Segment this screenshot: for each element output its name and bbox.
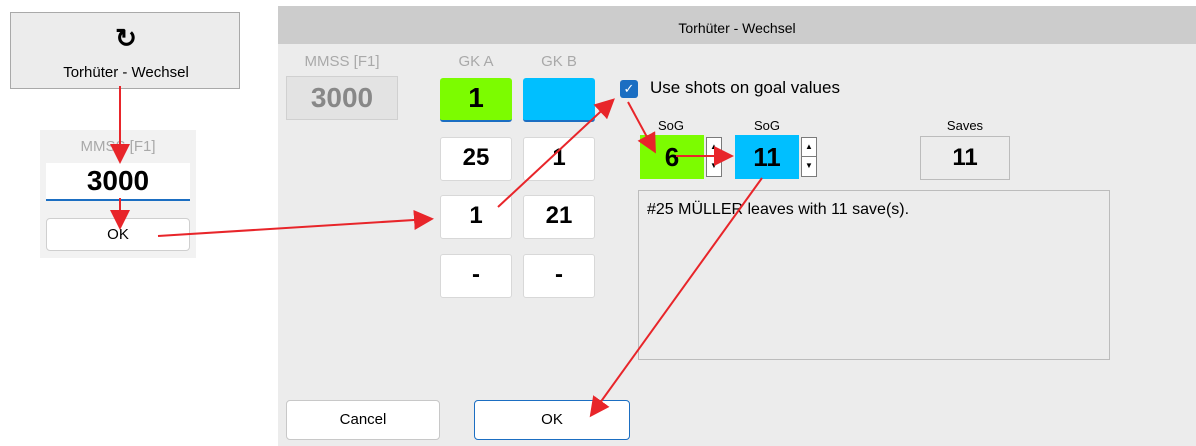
time-entry-panel: MMSS [F1] 3000 OK (40, 130, 196, 258)
sog-a-input[interactable]: 6 (640, 135, 704, 179)
saves-label: Saves (946, 118, 984, 133)
gk-b-label: GK B (541, 53, 577, 70)
saves-value: 11 (920, 136, 1010, 180)
time-label: MMSS [F1] (80, 138, 156, 155)
goalie-change-dialog: Torhüter - Wechsel MMSS [F1] 3000 GK A 1… (278, 6, 1196, 446)
gk-a-option[interactable]: 1 (440, 195, 512, 239)
gk-b-option[interactable]: - (523, 254, 595, 298)
gk-a-option[interactable]: 25 (440, 137, 512, 181)
chevron-up-icon[interactable]: ▲ (707, 138, 721, 157)
dialog-time-label: MMSS [F1] (304, 53, 380, 70)
sog-a-stepper[interactable]: ▲ ▼ (706, 137, 722, 177)
dialog-title: Torhüter - Wechsel (678, 20, 796, 36)
sog-b-input[interactable]: 11 (735, 135, 799, 179)
message-box: #25 MÜLLER leaves with 11 save(s). (638, 190, 1110, 360)
ok-button[interactable]: OK (474, 400, 630, 440)
gk-a-label: GK A (458, 53, 494, 70)
gk-b-current[interactable] (523, 78, 595, 122)
gk-b-option[interactable]: 21 (523, 195, 595, 239)
dialog-time-field: 3000 (286, 76, 398, 120)
time-input[interactable]: 3000 (46, 163, 190, 201)
sog-a-label: SoG (657, 118, 684, 133)
use-sog-label: Use shots on goal values (650, 78, 840, 97)
time-ok-button[interactable]: OK (46, 218, 190, 251)
gk-a-option[interactable]: - (440, 254, 512, 298)
chevron-up-icon[interactable]: ▲ (802, 138, 816, 157)
use-sog-checkbox[interactable]: ✓ (620, 80, 638, 98)
sog-b-stepper[interactable]: ▲ ▼ (801, 137, 817, 177)
gk-b-option[interactable]: 1 (523, 137, 595, 181)
chevron-down-icon[interactable]: ▼ (707, 157, 721, 176)
dialog-titlebar: Torhüter - Wechsel (278, 6, 1196, 44)
gk-a-current[interactable]: 1 (440, 78, 512, 122)
chevron-down-icon[interactable]: ▼ (802, 157, 816, 176)
toolbar-button-label: Torhüter - Wechsel (63, 64, 189, 81)
refresh-icon: ↻ (115, 23, 137, 53)
torhueter-wechsel-toolbar-button[interactable]: ↻ Torhüter - Wechsel (10, 12, 240, 89)
cancel-button[interactable]: Cancel (286, 400, 440, 440)
sog-b-label: SoG (753, 118, 780, 133)
